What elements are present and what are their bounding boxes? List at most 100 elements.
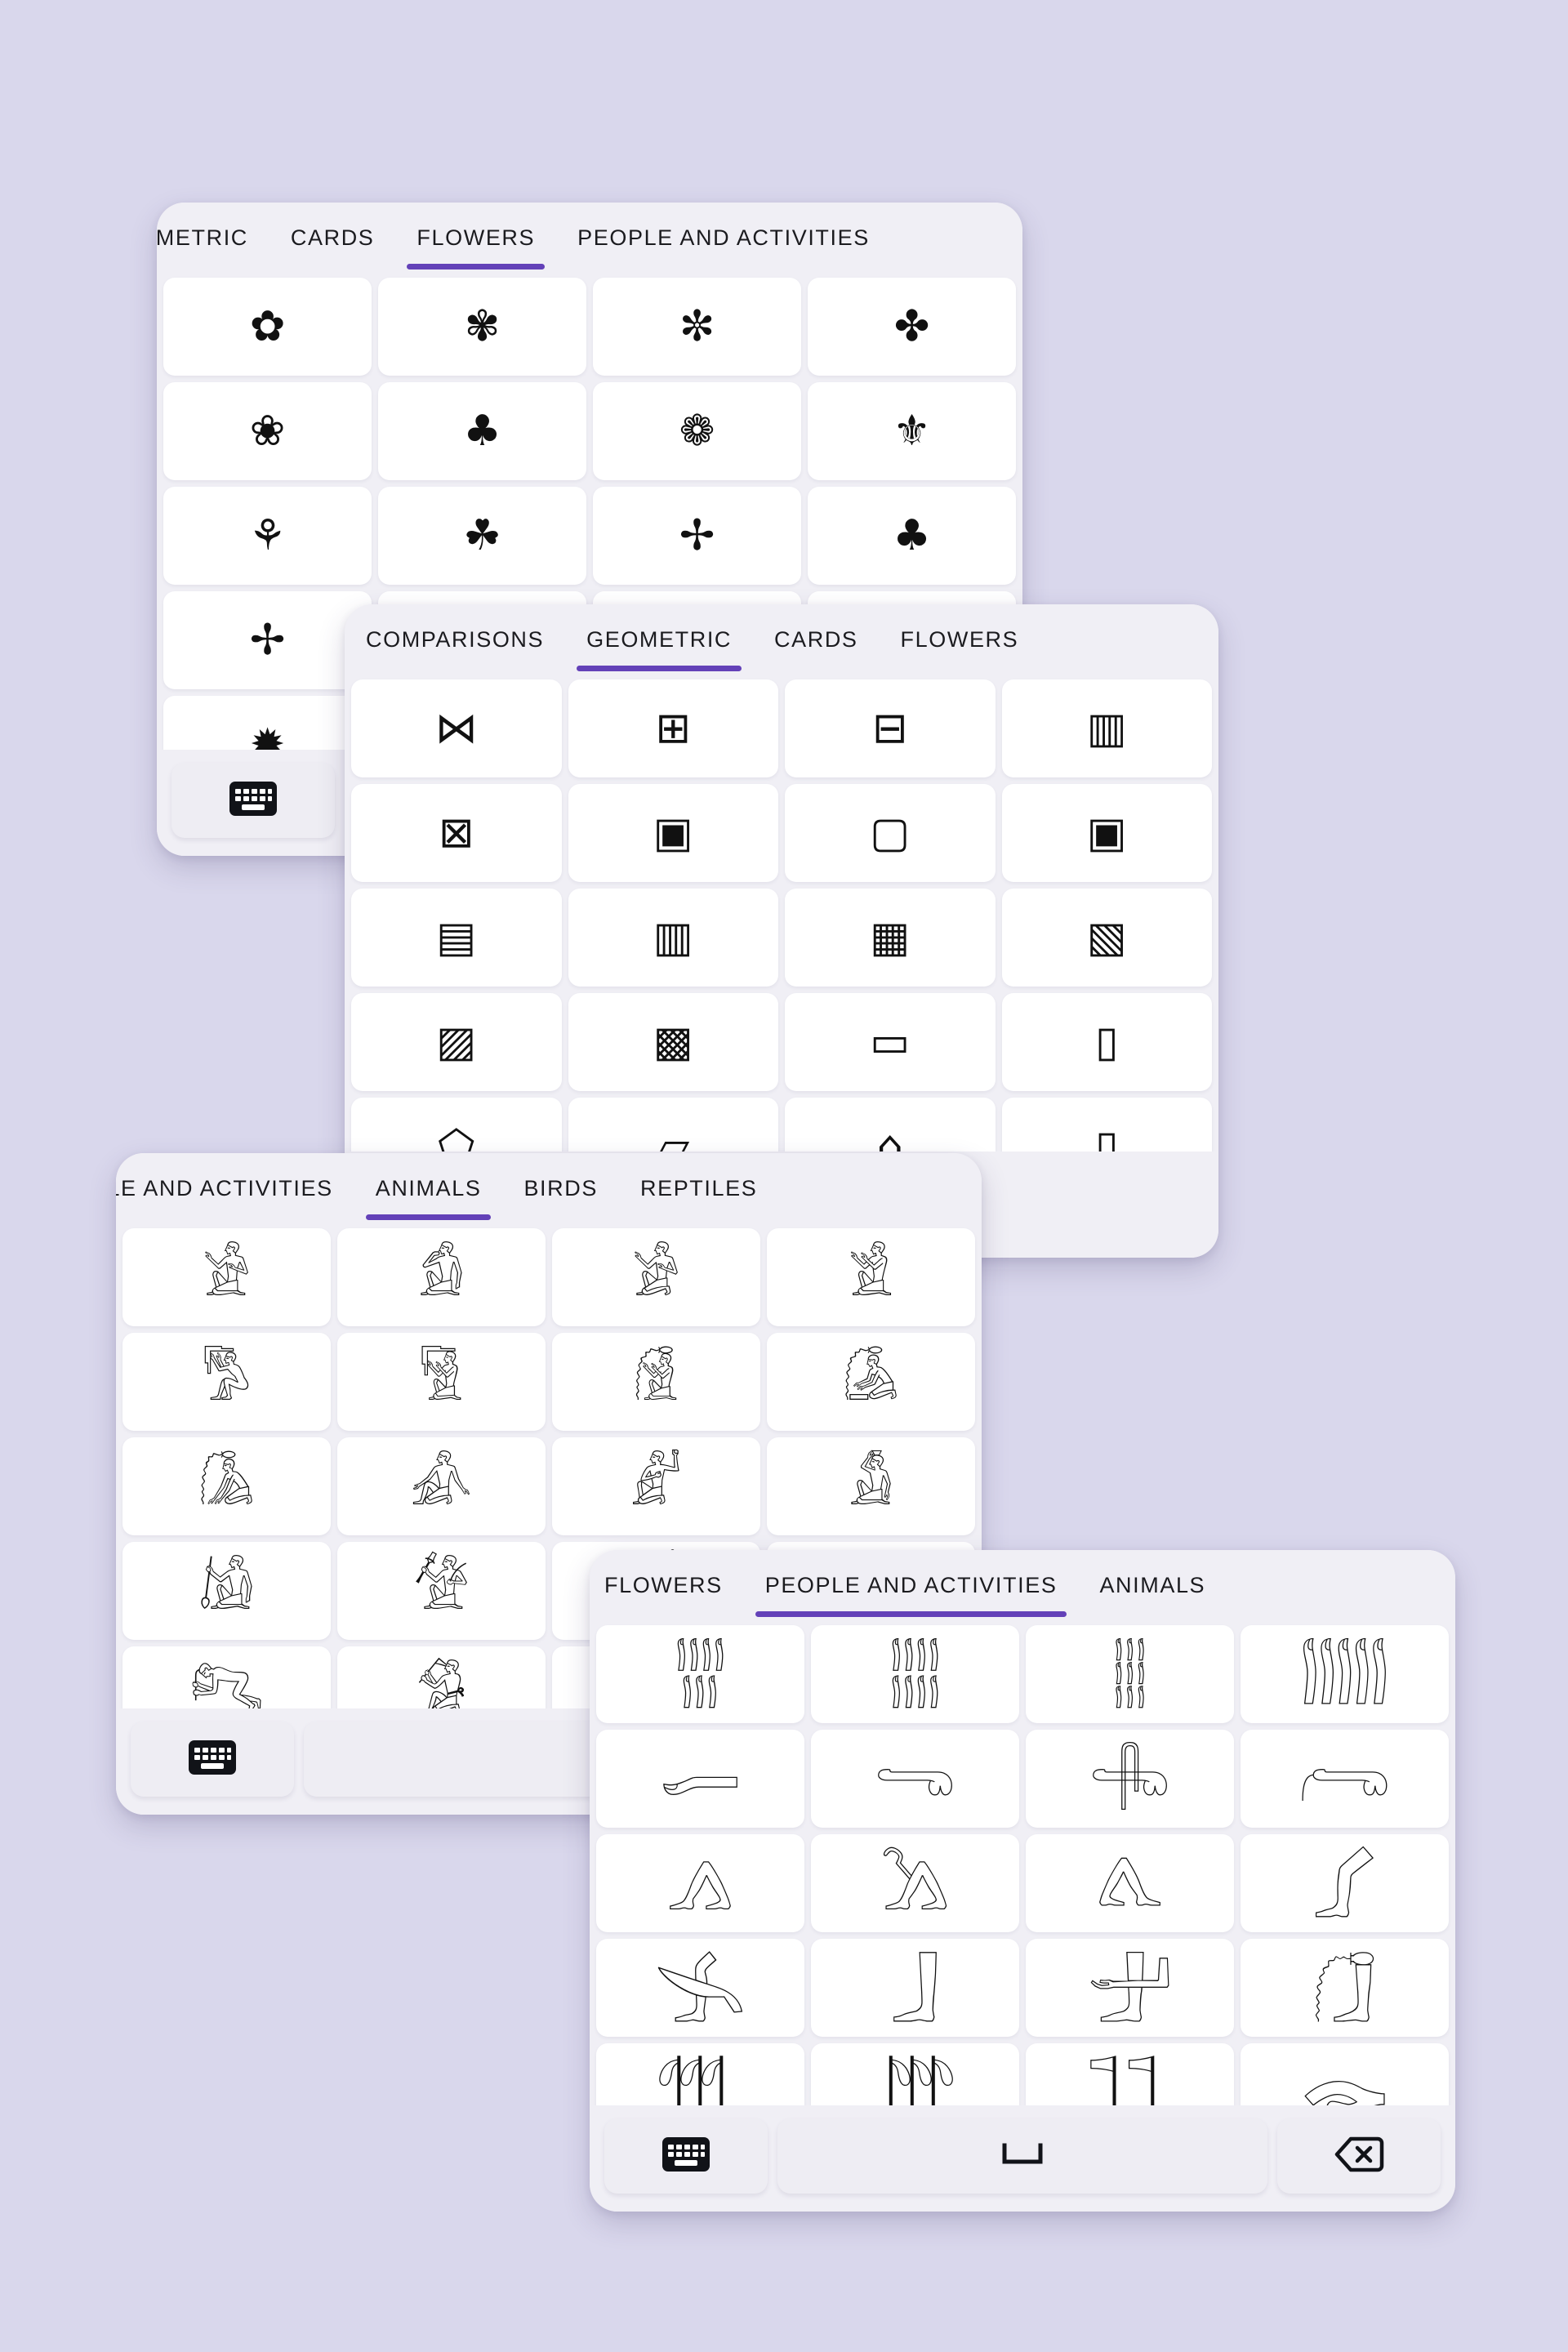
symbol-key[interactable]: ▣ [1001, 784, 1212, 882]
symbol-key[interactable]: ❁ [593, 382, 801, 480]
symbol-key[interactable]: 𓀂 [552, 1228, 760, 1326]
keyboard-switch-button[interactable] [172, 763, 335, 838]
symbol-key[interactable]: 𓂺 [1241, 1730, 1449, 1828]
symbol-key[interactable]: ▨ [351, 993, 562, 1091]
tab-animals[interactable]: ANIMALS [354, 1153, 503, 1223]
symbol-key[interactable]: 𓀁 [337, 1228, 546, 1326]
symbol-key[interactable]: 𓂹 [1026, 1730, 1234, 1828]
symbol-key[interactable]: ✿ [163, 278, 372, 376]
symbol-key[interactable]: ▭ [785, 993, 996, 1091]
symbol-key[interactable]: ⊞ [568, 679, 778, 777]
tab-comparisons[interactable]: COMPARISONS [345, 604, 565, 675]
symbol-key[interactable]: ⚘ [163, 487, 372, 585]
symbol-key[interactable]: ✾ [378, 278, 586, 376]
tab-flowers[interactable]: FLOWERS [590, 1550, 744, 1620]
symbol-key[interactable]: 𓀅 [337, 1333, 546, 1431]
tab-bar-scroller[interactable]: FLOWERS PEOPLE AND ACTIVITIES ANIMALS [590, 1550, 1227, 1620]
symbol-key[interactable]: 𓃀 [811, 1939, 1019, 2037]
symbol-key[interactable]: 𓀍 [337, 1542, 546, 1640]
symbol-key[interactable]: ☘ [378, 487, 586, 585]
symbol-key[interactable]: ▥ [568, 889, 778, 987]
symbol-key[interactable]: 𓂼 [811, 1834, 1019, 1932]
tab-people-and-activities[interactable]: PEOPLE AND ACTIVITIES [744, 1550, 1079, 1620]
symbol-key[interactable]: ▩ [568, 993, 778, 1091]
tab-birds[interactable]: BIRDS [502, 1153, 619, 1223]
symbol-key[interactable]: 𓀄 [122, 1333, 331, 1431]
symbol-key[interactable]: 𓃆 [1241, 2043, 1449, 2105]
symbol-key[interactable]: ▦ [785, 889, 996, 987]
symbol-key[interactable]: 𓀈 [122, 1437, 331, 1535]
symbol-key[interactable]: ✼ [593, 278, 801, 376]
symbol-key[interactable]: ⋈ [351, 679, 562, 777]
symbol-key[interactable]: 𓃃 [596, 2043, 804, 2105]
backspace-button[interactable] [1277, 2118, 1441, 2194]
tab-people-and-activities[interactable]: PEOPLE AND ACTIVITIES [116, 1153, 354, 1223]
tab-reptiles[interactable]: REPTILES [619, 1153, 778, 1223]
symbol-key[interactable]: 𓃂 [1241, 1939, 1449, 2037]
symbol-key[interactable]: ⊠ [351, 784, 562, 882]
tab-cards[interactable]: CARDS [753, 604, 880, 675]
symbol-key[interactable]: ⊟ [785, 679, 996, 777]
tab-bar[interactable]: COMPARISONS GEOMETRIC CARDS FLOWERS [345, 604, 1218, 675]
symbol-key[interactable]: 𓂳 [596, 1625, 804, 1723]
symbol-key[interactable]: 𓃅 [1026, 2043, 1234, 2105]
symbol-key[interactable]: 𓀌 [122, 1542, 331, 1640]
symbol-key[interactable]: 𓂸 [811, 1730, 1019, 1828]
symbol-key[interactable]: 𓃁 [1026, 1939, 1234, 2037]
keyboard-switch-button[interactable] [604, 2118, 768, 2194]
symbol-key[interactable]: ▯ [1001, 993, 1212, 1091]
symbol-key[interactable]: 𓀆 [552, 1333, 760, 1431]
symbol-key[interactable]: ♣ [378, 382, 586, 480]
symbol-key[interactable]: 𓃄 [811, 2043, 1019, 2105]
symbol-key[interactable]: ⌂ [785, 1098, 996, 1152]
symbol-key[interactable]: 𓀇 [767, 1333, 975, 1431]
tab-flowers[interactable]: FLOWERS [880, 604, 1040, 675]
symbol-key[interactable]: 𓀉 [337, 1437, 546, 1535]
symbol-key[interactable]: 𓂽 [1026, 1834, 1234, 1932]
symbol-key[interactable]: 𓂿 [596, 1939, 804, 2037]
tab-bar[interactable]: GEOMETRIC CARDS FLOWERS PEOPLE AND ACTIVITI… [157, 203, 1022, 273]
tab-flowers[interactable]: FLOWERS [395, 203, 556, 273]
symbol-key[interactable]: ▥ [1001, 679, 1212, 777]
symbol-key[interactable]: 𓀃 [767, 1228, 975, 1326]
symbol-key[interactable]: ✤ [808, 278, 1016, 376]
tab-bar[interactable]: PEOPLE AND ACTIVITIES ANIMALS BIRDS REPTILE… [116, 1153, 982, 1223]
tab-bar[interactable]: FLOWERS PEOPLE AND ACTIVITIES ANIMALS [590, 1550, 1455, 1620]
symbol-key[interactable]: 𓀊 [552, 1437, 760, 1535]
symbol-key[interactable]: 𓂻 [596, 1834, 804, 1932]
symbol-key[interactable]: 𓀋 [767, 1437, 975, 1535]
symbol-key[interactable]: ▯ [1001, 1098, 1212, 1152]
space-button[interactable] [777, 2118, 1267, 2194]
tab-geometric[interactable]: GEOMETRIC [157, 203, 270, 273]
symbol-key[interactable]: 𓂾 [1241, 1834, 1449, 1932]
symbol-key[interactable]: ✹ [163, 696, 372, 750]
symbol-key[interactable]: 𓂴 [811, 1625, 1019, 1723]
tab-animals[interactable]: ANIMALS [1078, 1550, 1227, 1620]
symbol-key[interactable]: ▱ [568, 1098, 778, 1152]
symbol-key[interactable]: 𓀐 [122, 1646, 331, 1708]
tab-label: GEOMETRIC [157, 225, 248, 250]
symbol-key[interactable]: 𓀀 [122, 1228, 331, 1326]
symbol-key[interactable]: ▢ [785, 784, 996, 882]
keyboard-switch-button[interactable] [131, 1722, 294, 1797]
symbol-key[interactable]: ▤ [351, 889, 562, 987]
symbol-key[interactable]: ♣ [808, 487, 1016, 585]
symbol-key[interactable]: ❀ [163, 382, 372, 480]
tab-cards[interactable]: CARDS [270, 203, 396, 273]
symbol-key[interactable]: ▣ [568, 784, 778, 882]
symbol-key[interactable]: 𓂵 [1026, 1625, 1234, 1723]
symbol-key[interactable]: ⬠ [351, 1098, 562, 1152]
tab-bar-scroller[interactable]: PEOPLE AND ACTIVITIES ANIMALS BIRDS REPTILE… [116, 1153, 778, 1223]
tab-geometric[interactable]: GEOMETRIC [565, 604, 753, 675]
symbol-key[interactable]: 𓀑 [337, 1646, 546, 1708]
tab-bar-scroller[interactable]: GEOMETRIC CARDS FLOWERS PEOPLE AND ACTIVITI… [157, 203, 891, 273]
tab-label: BIRDS [523, 1175, 598, 1200]
symbol-key[interactable]: ▧ [1001, 889, 1212, 987]
symbol-key[interactable]: ⚜ [808, 382, 1016, 480]
symbol-key[interactable]: ✢ [163, 591, 372, 689]
tab-bar-scroller[interactable]: COMPARISONS GEOMETRIC CARDS FLOWERS [345, 604, 1040, 675]
symbol-key[interactable]: 𓂷 [596, 1730, 804, 1828]
tab-people-and-activities[interactable]: PEOPLE AND ACTIVITIES [556, 203, 891, 273]
symbol-key[interactable]: 𓂶 [1241, 1625, 1449, 1723]
symbol-key[interactable]: ✢ [593, 487, 801, 585]
